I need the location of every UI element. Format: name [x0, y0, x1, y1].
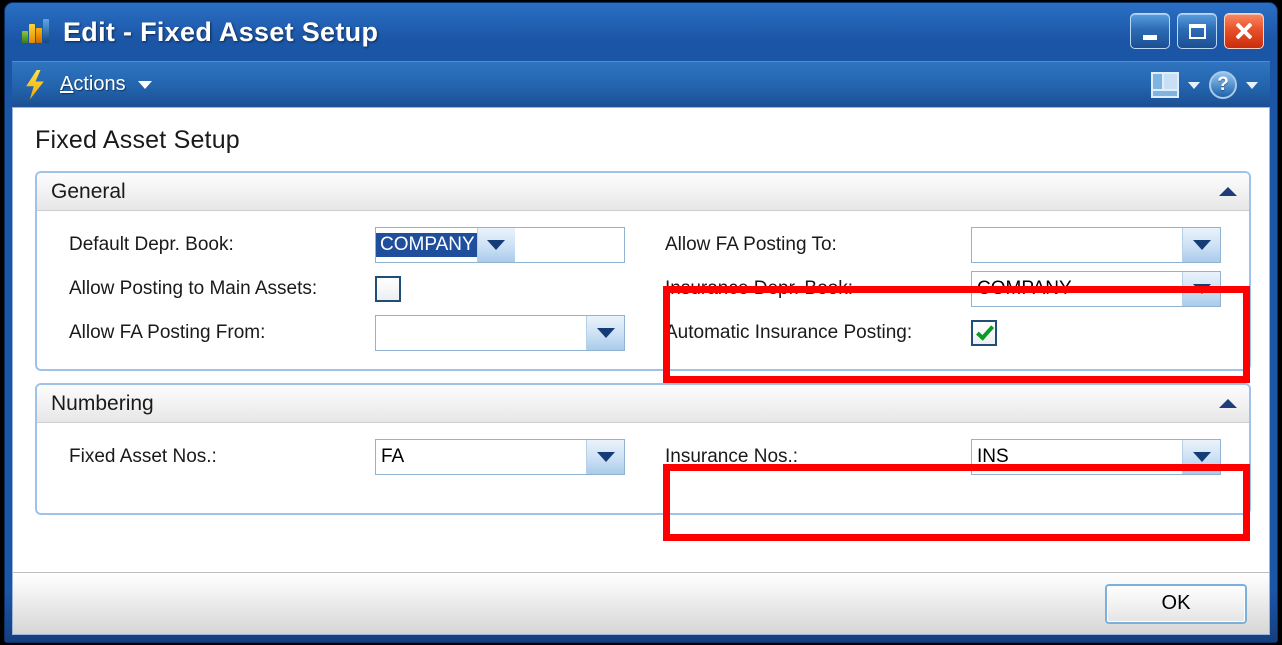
window-controls: [1130, 13, 1264, 49]
insurance-nos-value: INS: [977, 446, 1009, 467]
field-automatic-insurance-posting: Automatic Insurance Posting:: [665, 311, 1239, 355]
help-chevron-down-icon[interactable]: [1246, 81, 1258, 89]
group-numbering-body: Fixed Asset Nos.: FA Insurance Nos.: INS: [37, 423, 1249, 513]
field-label: Insurance Depr. Book:: [665, 278, 853, 299]
fixed-asset-nos-value: FA: [381, 446, 405, 467]
field-label: Default Depr. Book:: [69, 234, 234, 255]
fixed-asset-nos-combo[interactable]: FA: [375, 439, 625, 475]
field-label: Allow FA Posting To:: [665, 234, 837, 255]
actions-ribbon: Actions ?: [12, 61, 1270, 107]
minimize-button[interactable]: [1130, 13, 1170, 49]
field-label: Fixed Asset Nos.:: [69, 446, 217, 467]
allow-fa-posting-from-combo[interactable]: [375, 315, 625, 351]
general-right-column: Allow FA Posting To: Insurance Depr. Boo…: [643, 223, 1249, 355]
chevron-down-icon[interactable]: [586, 316, 624, 350]
field-label: Insurance Nos.:: [665, 446, 799, 467]
group-numbering-title: Numbering: [51, 391, 154, 415]
field-insurance-depr-book: Insurance Depr. Book: COMPANY: [665, 267, 1239, 311]
field-fixed-asset-nos: Fixed Asset Nos.: FA: [69, 435, 633, 479]
field-default-depr-book: Default Depr. Book: COMPANY: [69, 223, 633, 267]
group-numbering-header[interactable]: Numbering: [37, 385, 1249, 423]
group-numbering: Numbering Fixed Asset Nos.: FA Insurance…: [35, 383, 1251, 515]
insurance-depr-book-combo[interactable]: COMPANY: [971, 271, 1221, 307]
general-left-column: Default Depr. Book: COMPANY Allow Postin…: [37, 223, 643, 355]
field-insurance-nos: Insurance Nos.: INS: [665, 435, 1239, 479]
actions-menu-label: ctions: [73, 73, 126, 95]
lightning-bolt-icon: [26, 69, 44, 100]
application-window: Edit - Fixed Asset Setup Actions ? Fixed…: [4, 2, 1278, 643]
close-icon: [1234, 21, 1254, 41]
page-title: Fixed Asset Setup: [35, 126, 240, 154]
allow-posting-main-assets-checkbox[interactable]: [375, 276, 401, 302]
chevron-up-icon[interactable]: [1219, 399, 1237, 408]
maximize-button[interactable]: [1177, 13, 1217, 49]
actions-menu-button[interactable]: Actions: [60, 73, 126, 96]
chevron-up-icon[interactable]: [1219, 187, 1237, 196]
field-allow-fa-posting-to: Allow FA Posting To:: [665, 223, 1239, 267]
help-question-icon[interactable]: ?: [1209, 71, 1237, 99]
dialog-footer: OK: [13, 572, 1269, 634]
close-button[interactable]: [1224, 13, 1264, 49]
checkmark-icon: [975, 321, 994, 341]
field-label: Automatic Insurance Posting:: [665, 322, 913, 343]
field-allow-fa-posting-from: Allow FA Posting From:: [69, 311, 633, 355]
default-depr-book-combo[interactable]: COMPANY: [375, 227, 625, 263]
group-general-header[interactable]: General: [37, 173, 1249, 211]
group-general-body: Default Depr. Book: COMPANY Allow Postin…: [37, 211, 1249, 369]
window-title: Edit - Fixed Asset Setup: [63, 16, 379, 47]
ok-button[interactable]: OK: [1105, 583, 1247, 624]
client-area: Fixed Asset Setup General Default Depr. …: [12, 107, 1270, 635]
pane-layout-icon[interactable]: [1151, 72, 1179, 98]
page-content: Fixed Asset Setup General Default Depr. …: [13, 108, 1269, 572]
chevron-down-icon[interactable]: [476, 228, 515, 262]
pane-chevron-down-icon[interactable]: [1188, 81, 1200, 89]
field-label: Allow FA Posting From:: [69, 322, 266, 343]
actions-accelerator: A: [60, 73, 74, 95]
group-general: General Default Depr. Book: COMPANY Allo…: [35, 171, 1251, 371]
numbering-right-column: Insurance Nos.: INS: [643, 435, 1249, 479]
maximize-icon: [1188, 23, 1206, 39]
chevron-down-icon[interactable]: [586, 440, 624, 474]
insurance-nos-combo[interactable]: INS: [971, 439, 1221, 475]
dynamics-nav-logo-icon: [20, 15, 54, 49]
allow-fa-posting-to-combo[interactable]: [971, 227, 1221, 263]
numbering-left-column: Fixed Asset Nos.: FA: [37, 435, 643, 479]
chevron-down-icon[interactable]: [1182, 272, 1220, 306]
ribbon-right-tools: ?: [1151, 62, 1258, 108]
chevron-down-icon[interactable]: [1182, 440, 1220, 474]
minimize-icon: [1143, 34, 1157, 40]
default-depr-book-value: COMPANY: [376, 233, 477, 257]
chevron-down-icon[interactable]: [1182, 228, 1220, 262]
automatic-insurance-posting-checkbox[interactable]: [971, 320, 997, 346]
field-label: Allow Posting to Main Assets:: [69, 278, 318, 299]
chevron-down-icon[interactable]: [137, 80, 152, 89]
group-general-title: General: [51, 179, 126, 203]
title-bar: Edit - Fixed Asset Setup: [12, 3, 1270, 61]
field-allow-posting-main-assets: Allow Posting to Main Assets:: [69, 267, 633, 311]
insurance-depr-book-value: COMPANY: [977, 278, 1072, 299]
